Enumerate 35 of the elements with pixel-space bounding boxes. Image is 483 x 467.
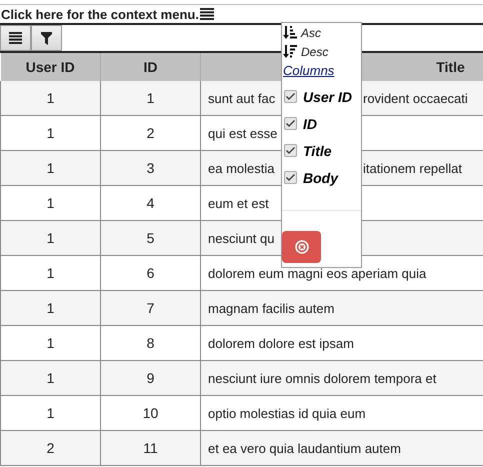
table-cell: optio molestias id quia eum xyxy=(208,406,366,420)
table-cell: dolorem eum magni eos aperiam quia xyxy=(208,266,426,280)
table-cell: nesciunt iure omnis dolorem tempora et xyxy=(208,370,436,386)
table-cell: 1 xyxy=(0,326,100,360)
table-cell: 1 xyxy=(0,116,100,150)
table-cell: 2 xyxy=(0,430,100,466)
table-cell: 11 xyxy=(100,430,200,466)
table-cell: 1 xyxy=(0,360,100,396)
table-cell: 4 xyxy=(100,186,200,220)
table-cell: ea molestia xyxy=(208,160,274,176)
table-cell: 9 xyxy=(100,360,200,396)
table-cell: sunt aut fac xyxy=(208,90,276,106)
table-cell: magnam facilis autem xyxy=(208,300,334,316)
table-cell: 2 xyxy=(100,116,200,150)
table-cell: 1 xyxy=(0,81,100,116)
table-cell: et ea vero quia laudantium autem xyxy=(208,440,401,456)
table-cell: 7 xyxy=(100,290,200,326)
table-cell: nesciunt qu xyxy=(208,230,274,246)
table-cell: 10 xyxy=(100,396,200,430)
table-cell: 1 xyxy=(0,150,100,186)
table-cell: itationem repellat xyxy=(362,160,462,176)
table-cell: 1 xyxy=(0,220,100,256)
table-cell: 1 xyxy=(0,290,100,326)
table-cell: 1 xyxy=(0,396,100,430)
table-cell: 8 xyxy=(100,326,200,360)
table-cell: 3 xyxy=(100,150,200,186)
table-cell: dolorem dolore est ipsam xyxy=(208,336,354,350)
table-cell: qui est esse xyxy=(208,126,278,140)
table-cell: rovident occaecati xyxy=(362,90,468,106)
table-cell: 1 xyxy=(100,81,200,116)
table-cell: 6 xyxy=(100,256,200,290)
table-cell: 1 xyxy=(0,186,100,220)
table-cell: 5 xyxy=(100,220,200,256)
table-cell: 1 xyxy=(0,256,100,290)
table-cell: eum et est xyxy=(208,196,269,210)
